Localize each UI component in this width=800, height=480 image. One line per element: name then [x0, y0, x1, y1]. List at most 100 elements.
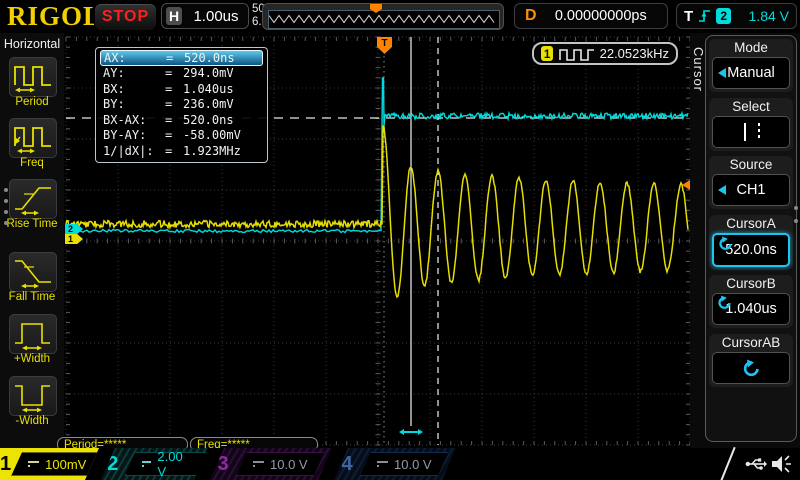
menu-item-mode-header: Mode — [709, 39, 793, 57]
mode-value-text: Manual — [727, 65, 775, 81]
menu-item-select[interactable]: Select — [709, 98, 793, 151]
source-value-text: CH1 — [736, 182, 765, 198]
channel-3-scale: 10.0 V — [270, 457, 308, 472]
horizontal-measure-menu: Horizontal Period Freq — [0, 33, 64, 448]
measure-item-minus-width[interactable] — [9, 376, 57, 416]
trigger-badge[interactable]: T 2 1.84 V — [676, 3, 797, 29]
measure-row-ay: AY: = 294.0mV — [100, 66, 263, 82]
menu-item-cursor-ab-value[interactable] — [712, 352, 790, 384]
channel-1-status[interactable]: 1 100mV — [0, 448, 99, 480]
measure-row-by: BY: = 236.0mV — [100, 97, 263, 113]
menu-scroll-dot — [4, 188, 8, 192]
menu-item-cursor-b-header: CursorB — [709, 275, 793, 293]
menu-item-select-value[interactable] — [712, 116, 790, 148]
chevron-left-icon — [718, 185, 726, 195]
measure-row-inv-dx: 1/|dX|: = 1.923MHz — [100, 144, 263, 160]
square-wave-icon — [559, 47, 593, 61]
menu-item-source-header: Source — [709, 156, 793, 174]
measure-label: BX-AX: — [103, 113, 165, 129]
channel-2-scale: 2.00 V — [157, 449, 191, 479]
freq-icon — [12, 121, 54, 155]
measure-item-rise-time-label: Rise Time — [0, 218, 64, 230]
waveform-preview-bar[interactable] — [262, 3, 504, 30]
channel-3-number: 3 — [210, 453, 236, 476]
menu-item-cursor-b-value[interactable]: 1.040us — [712, 293, 790, 325]
run-state-badge[interactable]: STOP — [94, 3, 157, 31]
measure-item-minus-width-label: -Width — [0, 415, 64, 427]
freq-counter-value: 22.0523kHz — [600, 46, 669, 61]
measure-value: 236.0mV — [183, 97, 260, 113]
usb-icon[interactable] — [745, 455, 767, 473]
period-icon — [12, 60, 54, 94]
measure-row-bxax: BX-AX: = 520.0ns — [100, 113, 263, 129]
menu-item-select-header: Select — [709, 98, 793, 116]
cursor-b-value-text: 1.040us — [725, 301, 777, 317]
menu-page-dot — [794, 219, 798, 223]
measure-item-period[interactable] — [9, 57, 57, 97]
rotate-knob-icon — [716, 295, 732, 309]
channel-4-scale: 10.0 V — [394, 457, 432, 472]
delay-d-icon: D — [525, 7, 537, 25]
measure-item-plus-width[interactable] — [9, 314, 57, 354]
cursor-menu-tab: Cursor — [691, 47, 706, 92]
menu-item-cursor-ab[interactable]: CursorAB — [709, 334, 793, 387]
equals-sign: = — [165, 97, 183, 113]
oscilloscope-screen: RIGOL STOP H 1.00us 500MSa/s 6.00k pts D… — [0, 0, 800, 480]
trigger-level-value: 1.84 V — [736, 8, 789, 24]
menu-item-mode-value[interactable]: Manual — [712, 57, 790, 89]
fall-time-icon — [12, 255, 54, 289]
cursor-menu: Cursor Mode Manual Select Sourc — [690, 33, 800, 448]
menu-scroll-dot — [4, 210, 8, 214]
plus-width-icon — [12, 317, 54, 351]
channel-3-status[interactable]: 3 10.0 V — [210, 448, 332, 480]
equals-sign: = — [165, 128, 183, 144]
preview-waveform — [269, 11, 497, 26]
delay-badge[interactable]: D 0.00000000ps — [514, 3, 668, 29]
menu-item-cursor-b[interactable]: CursorB 1.040us — [709, 275, 793, 328]
channel-4-scale-box: 10.0 V — [360, 452, 449, 476]
menu-item-source-value[interactable]: CH1 — [712, 174, 790, 206]
menu-item-mode[interactable]: Mode Manual — [709, 39, 793, 92]
waveform-preview-window — [268, 10, 500, 29]
menu-item-cursor-a[interactable]: CursorA 520.0ns — [709, 215, 793, 270]
waveform-display: T 2 1 AX: = 520.0ns AY: = 294.0mV BX: = … — [64, 33, 690, 448]
measure-item-freq[interactable] — [9, 118, 57, 158]
menu-item-cursor-a-value[interactable]: 520.0ns — [712, 233, 790, 267]
speaker-icon[interactable] — [770, 454, 792, 474]
left-menu-title: Horizontal — [0, 37, 64, 51]
channel-2-status[interactable]: 2 2.00 V — [101, 448, 208, 480]
chevron-left-icon — [718, 68, 726, 78]
cursor-lines-icon — [729, 120, 773, 144]
channel-4-status[interactable]: 4 10.0 V — [334, 448, 456, 480]
measure-item-freq-label: Freq — [0, 157, 64, 169]
measure-value: 1.923MHz — [183, 144, 260, 160]
equals-sign: = — [165, 66, 183, 82]
menu-page-dot — [794, 206, 798, 210]
menu-scroll-dot — [4, 199, 8, 203]
timebase-value: 1.00us — [188, 8, 244, 25]
measure-label: BY: — [103, 97, 165, 113]
menu-item-source[interactable]: Source CH1 — [709, 156, 793, 209]
measure-item-fall-time[interactable] — [9, 252, 57, 292]
status-bar-divider — [720, 447, 735, 480]
rotate-knob-icon — [741, 359, 761, 377]
measure-item-rise-time[interactable] — [9, 179, 57, 219]
channel-1-scale-box: 100mV — [11, 452, 103, 476]
measure-label: BY-AY: — [103, 128, 165, 144]
delay-value: 0.00000000ps — [545, 8, 657, 24]
measure-value: -58.00mV — [183, 128, 260, 144]
horizontal-timebase-badge[interactable]: H 1.00us — [161, 3, 249, 29]
measure-row-bx: BX: = 1.040us — [100, 82, 263, 98]
measure-label: 1/|dX|: — [103, 144, 165, 160]
channel-status-bar: 1 100mV 2 2.00 V 3 10.0 V 4 10.0 V — [0, 448, 800, 480]
rigol-logo: RIGOL — [7, 1, 102, 32]
channel-2-number: 2 — [101, 453, 125, 476]
rotate-knob-icon — [717, 236, 733, 250]
channel-4-number: 4 — [334, 453, 360, 476]
horizontal-h-icon: H — [166, 7, 182, 25]
trigger-t-label: T — [684, 8, 693, 25]
rise-time-icon — [12, 182, 54, 216]
dc-coupling-icon — [377, 461, 388, 467]
measure-value: 520.0ns — [183, 113, 260, 129]
equals-sign: = — [165, 144, 183, 160]
